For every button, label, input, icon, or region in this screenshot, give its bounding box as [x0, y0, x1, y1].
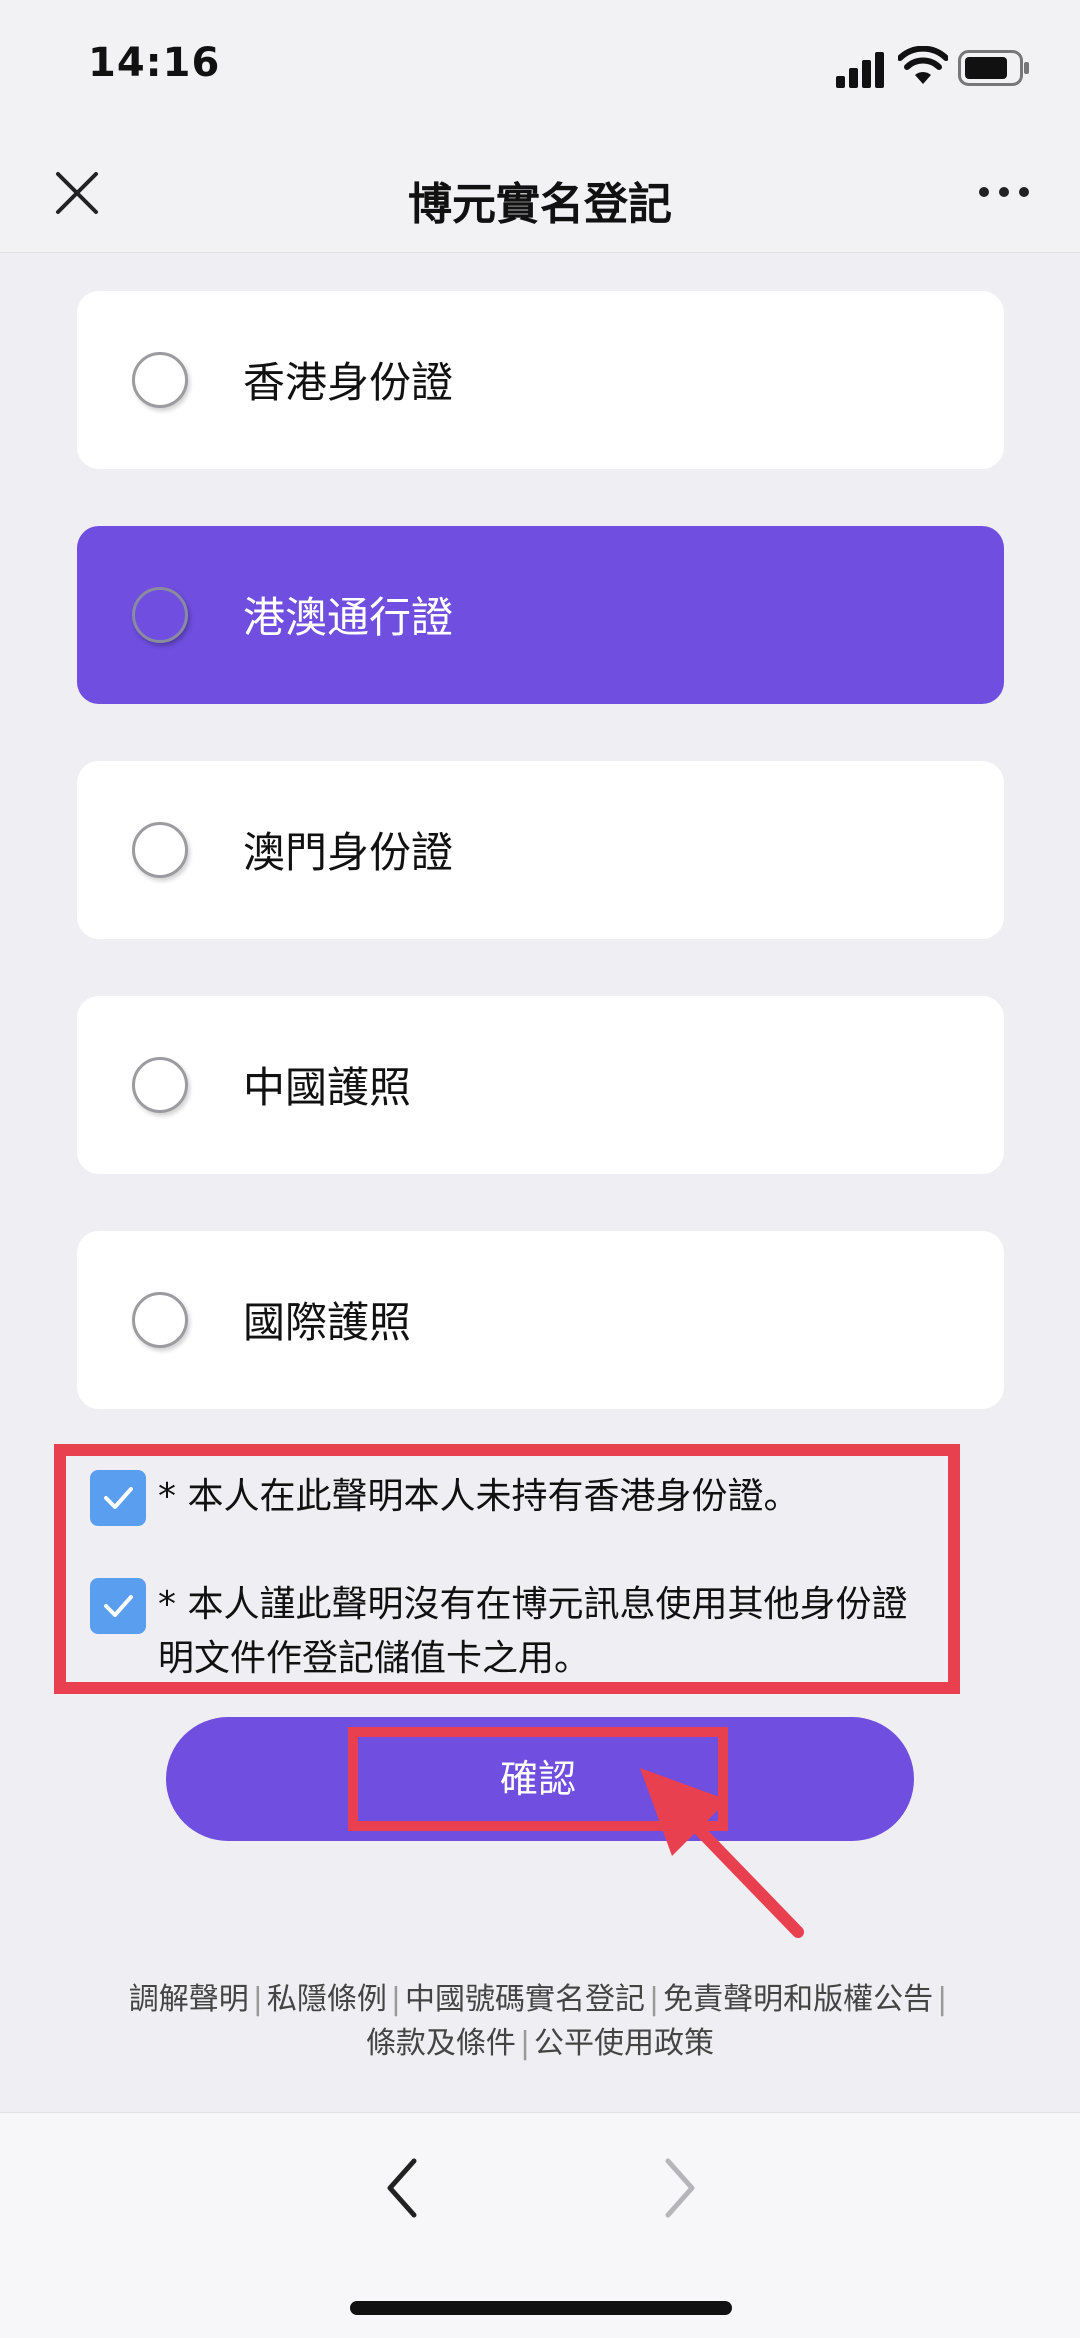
back-arrow-icon[interactable]	[382, 2155, 422, 2221]
option-hk-macau-permit[interactable]: 港澳通行證	[77, 526, 1004, 704]
footer-link-fair-use[interactable]: 公平使用政策	[534, 2026, 714, 2061]
footer-link-disclaimer[interactable]: 免責聲明和版權公告	[663, 1982, 933, 2017]
declarations-highlight: * 本人在此聲明本人未持有香港身份證。 * 本人謹此聲明沒有在博元訊息使用其他身…	[54, 1444, 960, 1694]
footer-separator: |	[649, 1982, 660, 2017]
footer-link-terms[interactable]: 條款及條件	[366, 2026, 516, 2061]
declaration-row: * 本人謹此聲明沒有在博元訊息使用其他身份證明文件作登記儲值卡之用。	[90, 1578, 938, 1686]
option-label: 國際護照	[243, 1298, 412, 1347]
more-options-icon[interactable]	[976, 180, 1032, 204]
bottom-toolbar	[0, 2112, 1080, 2338]
option-label: 港澳通行證	[243, 593, 454, 642]
footer-separator: |	[519, 2026, 531, 2061]
id-type-options: 香港身份證 港澳通行證 澳門身份證 中國護照 國際護照	[77, 291, 1004, 1466]
footer-separator: |	[937, 1982, 948, 2017]
footer-separator: |	[390, 1982, 401, 2017]
radio-button[interactable]	[132, 822, 188, 878]
forward-arrow-icon	[665, 2158, 695, 2218]
footer-link-china-number-registration[interactable]: 中國號碼實名登記	[405, 1982, 645, 2017]
footer-links: 調解聲明 | 私隱條例 | 中國號碼實名登記 | 免責聲明和版權公告 | 條款及條件 | 公平使用…	[60, 1978, 1020, 2066]
radio-button[interactable]	[132, 352, 188, 408]
page-title: 博元實名登記	[408, 179, 672, 230]
checkmark-icon	[104, 1487, 133, 1509]
declaration-checkbox[interactable]	[90, 1578, 146, 1634]
option-label: 澳門身份證	[243, 828, 454, 877]
radio-button[interactable]	[132, 587, 188, 643]
home-indicator	[350, 2301, 732, 2315]
option-hk-id-card[interactable]: 香港身份證	[77, 291, 1004, 469]
radio-button[interactable]	[132, 1292, 188, 1348]
wifi-icon	[898, 46, 948, 84]
declaration-row: * 本人在此聲明本人未持有香港身份證。	[90, 1470, 938, 1526]
footer-link-mediation[interactable]: 調解聲明	[129, 1982, 249, 2017]
cellular-signal-icon	[836, 52, 884, 88]
declaration-text: * 本人在此聲明本人未持有香港身份證。	[158, 1476, 800, 1517]
annotation-arrow-icon	[640, 1768, 804, 1938]
declaration-checkbox[interactable]	[90, 1470, 146, 1526]
footer-separator: |	[252, 1982, 263, 2017]
radio-button[interactable]	[132, 1057, 188, 1113]
status-bar: 14:16	[0, 0, 1080, 140]
battery-icon	[958, 50, 1029, 86]
declaration-text: * 本人謹此聲明沒有在博元訊息使用其他身份證明文件作登記儲值卡之用。	[158, 1584, 908, 1679]
status-time: 14:16	[88, 40, 221, 86]
option-label: 香港身份證	[243, 358, 454, 407]
option-international-passport[interactable]: 國際護照	[77, 1231, 1004, 1409]
checkmark-icon	[104, 1595, 133, 1617]
footer-link-privacy[interactable]: 私隱條例	[267, 1982, 387, 2017]
option-macau-id-card[interactable]: 澳門身份證	[77, 761, 1004, 939]
option-label: 中國護照	[243, 1063, 412, 1112]
nav-bar: 博元實名登記	[0, 140, 1080, 253]
option-china-passport[interactable]: 中國護照	[77, 996, 1004, 1174]
